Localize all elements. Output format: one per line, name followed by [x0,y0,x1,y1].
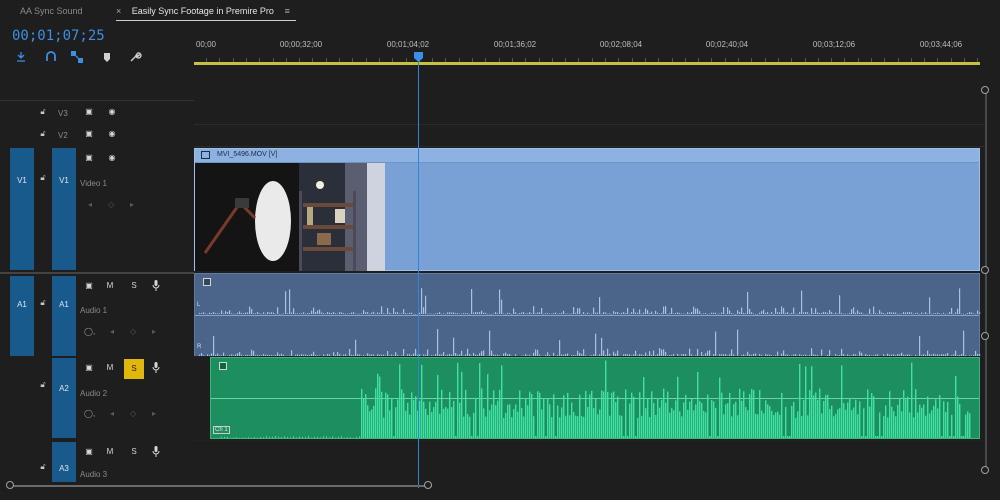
lock-icon[interactable]: 🔓︎ [38,298,48,308]
sync-lock-icon[interactable]: ▣ [83,107,95,117]
track-name-audio-2: Audio 2 [80,389,108,398]
eye-icon[interactable]: ◉ [106,129,118,139]
vertical-scrollbar[interactable] [985,92,987,472]
prev-keyframe-icon[interactable]: ◂ [110,409,114,418]
volume-keyframe-icon[interactable]: ◯, [84,409,95,418]
divider [0,272,194,274]
marker-icon[interactable] [100,50,114,64]
divider [194,356,984,357]
sync-lock-icon[interactable]: ▣ [83,447,95,457]
mute-button[interactable]: M [104,447,116,457]
prev-keyframe-icon[interactable]: ◂ [88,200,92,209]
source-patch-v1[interactable]: V1 [10,148,34,270]
eye-icon[interactable]: ◉ [106,107,118,117]
tab-sequence-label: Easily Sync Footage in Premire Pro [131,6,274,16]
scroll-handle[interactable] [981,466,989,474]
scroll-handle[interactable] [981,332,989,340]
track-name-audio-3: Audio 3 [80,470,108,479]
scroll-handle[interactable] [424,481,432,489]
microphone-icon[interactable] [150,446,162,457]
active-tab-underline [116,20,296,21]
clip-header: MVI_5496.MOV [V] [195,149,979,163]
tab-sequence[interactable]: × Easily Sync Footage in Premire Pro ≡ [116,4,292,20]
horizontal-scrollbar[interactable] [10,485,432,487]
lock-icon[interactable]: 🔓︎ [38,107,48,117]
work-area-bar[interactable] [194,62,980,65]
solo-button-active[interactable]: S [124,359,144,379]
waveform-a2 [221,360,971,438]
ruler-label: 00;00;32;00 [279,40,323,49]
audio-clip-a2[interactable]: Ch 1 [210,357,980,439]
add-keyframe-icon[interactable]: ◇ [108,200,114,209]
panel-menu-icon[interactable]: ≡ [285,4,290,18]
playhead-line[interactable] [418,52,419,488]
sync-lock-icon[interactable]: ▣ [83,153,95,163]
microphone-icon[interactable] [150,280,162,291]
ruler-label: 00;01;04;02 [386,40,430,49]
divider [0,100,194,101]
lock-icon[interactable]: 🔓︎ [38,462,48,472]
sync-lock-icon[interactable]: ▣ [83,363,95,373]
scroll-handle[interactable] [981,86,989,94]
close-icon[interactable]: × [116,6,121,16]
solo-button[interactable]: S [128,281,140,291]
track-name-audio-1: Audio 1 [80,306,108,315]
track-id-v3: V3 [58,109,68,118]
tab-bar: AA Sync Sound × Easily Sync Footage in P… [0,0,1000,24]
clip-thumbnail [195,163,385,271]
sync-lock-icon[interactable]: ▣ [83,129,95,139]
track-target-a1[interactable]: A1 [52,276,76,356]
ruler-label: 00;02;40;04 [705,40,749,49]
divider [194,146,984,147]
ruler-label: 00;03;12;06 [812,40,856,49]
next-keyframe-icon[interactable]: ▸ [152,409,156,418]
track-target-a3[interactable]: A3 [52,442,76,482]
ruler-label: 00;03;44;06 [919,40,963,49]
fx-badge-icon [201,151,210,159]
scroll-handle[interactable] [981,266,989,274]
divider [194,124,984,125]
next-keyframe-icon[interactable]: ▸ [130,200,134,209]
volume-keyframe-icon[interactable]: ◯, [84,327,95,336]
snap-icon[interactable] [14,50,28,64]
add-keyframe-icon[interactable]: ◇ [130,327,136,336]
audio-clip-a1[interactable]: L R [194,273,981,357]
time-ruler[interactable]: 00;00 00;00;32;00 00;01;04;02 00;01;36;0… [194,30,984,74]
waveform-a1 [199,288,981,357]
track-target-v1[interactable]: V1 [52,148,76,270]
ruler-label: 00;02;08;04 [599,40,643,49]
ruler-label: 00;01;36;02 [493,40,537,49]
track-target-a2[interactable]: A2 [52,358,76,438]
clip-name: MVI_5496.MOV [V] [217,151,278,158]
mute-button[interactable]: M [104,363,116,373]
track-id-v2: V2 [58,131,68,140]
solo-button[interactable]: S [128,447,140,457]
sync-lock-icon[interactable]: ▣ [83,281,95,291]
divider [194,440,984,441]
video-clip[interactable]: MVI_5496.MOV [V] [194,148,980,271]
source-patch-a1[interactable]: A1 [10,276,34,356]
add-keyframe-icon[interactable]: ◇ [130,409,136,418]
mute-button[interactable]: M [104,281,116,291]
linked-selection-icon[interactable] [70,50,84,64]
wrench-icon[interactable] [128,50,142,64]
lock-icon[interactable]: 🔓︎ [38,173,48,183]
lock-icon[interactable]: 🔓︎ [38,380,48,390]
link-icon[interactable] [44,50,58,64]
tab-sync-sound[interactable]: AA Sync Sound [20,4,83,20]
microphone-icon[interactable] [150,362,162,373]
track-name-video-1: Video 1 [80,179,107,188]
lock-icon[interactable]: 🔓︎ [38,129,48,139]
playhead-timecode[interactable]: 00;01;07;25 [12,28,105,44]
prev-keyframe-icon[interactable]: ◂ [110,327,114,336]
ruler-label: 00;00 [195,40,217,49]
scroll-handle[interactable] [6,481,14,489]
eye-icon[interactable]: ◉ [106,153,118,163]
next-keyframe-icon[interactable]: ▸ [152,327,156,336]
